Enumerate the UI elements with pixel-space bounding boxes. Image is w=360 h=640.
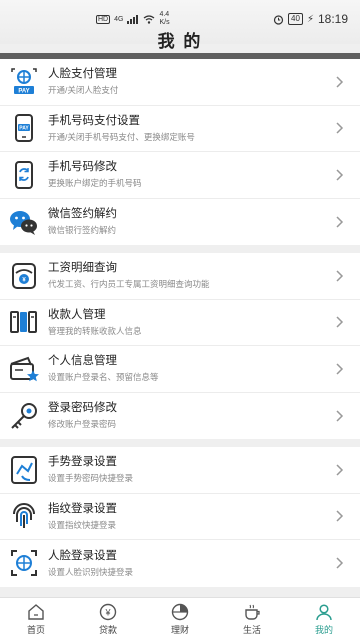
profile-title: 个人信息管理 — [48, 355, 117, 368]
status-bar: HD 4G 4.4 K/s 40 ⚡ 18:19 我 的 — [0, 0, 360, 51]
net-speed-value: 4.4 — [159, 11, 170, 18]
key-icon — [11, 402, 37, 429]
gesture-login-subtitle: 设置手势密码快捷登录 — [48, 473, 134, 484]
profile-item[interactable]: 个人信息管理 设置账户登录名、预留信息等 — [0, 346, 360, 393]
phone-pay-title: 手机号码支付设置 — [48, 114, 140, 127]
charging-icon: ⚡ — [306, 13, 314, 25]
gesture-login-item[interactable]: 手势登录设置 设置手势密码快捷登录 — [0, 447, 360, 494]
fingerprint-login-title: 指纹登录设置 — [48, 502, 117, 515]
page-title: 我 的 — [157, 32, 203, 51]
phone-pay-icon: PAY — [15, 114, 33, 143]
gesture-icon — [11, 455, 37, 484]
status-right: 40 ⚡ 18:19 — [273, 12, 348, 26]
fingerprint-login-item[interactable]: 指纹登录设置 设置指纹快捷登录 — [0, 494, 360, 540]
face-login-item[interactable]: 人脸登录设置 设置人脸识别快捷登录 — [0, 540, 360, 587]
face-login-icon — [11, 550, 37, 577]
face-pay-icon: PAY — [11, 68, 37, 94]
tab-mine-label: 我的 — [314, 625, 333, 635]
bottom-tab-bar: 首页 ¥ 贷款 理财 生活 我的 — [0, 597, 360, 640]
chevron-right-icon — [336, 464, 344, 476]
mine-icon — [316, 604, 332, 621]
salary-icon: ¥ — [12, 262, 36, 289]
home-icon — [28, 604, 44, 620]
wechat-icon — [10, 210, 37, 235]
settings-group-account: ¥ 工资明细查询 代发工资、行内员工专属工资明细查询功能 收款人管理 管理我的转… — [0, 253, 360, 439]
chevron-right-icon — [336, 557, 344, 569]
payee-item[interactable]: 收款人管理 管理我的转账收款人信息 — [0, 300, 360, 346]
settings-group-login: 手势登录设置 设置手势密码快捷登录 指纹登录设置 设置指纹快捷登录 人脸登录设置… — [0, 447, 360, 587]
phone-change-item[interactable]: 手机号码修改 更换账户绑定的手机号码 — [0, 152, 360, 199]
group-divider — [0, 245, 360, 253]
tab-life[interactable]: 生活 — [216, 598, 288, 640]
tab-life-label: 生活 — [242, 625, 261, 635]
face-pay-item[interactable]: PAY 人脸支付管理 开通/关闭人脸支付 — [0, 59, 360, 106]
wechat-item[interactable]: 微信签约解约 微信银行签约解约 — [0, 199, 360, 246]
chevron-right-icon — [336, 122, 344, 134]
tab-loan-label: 贷款 — [98, 625, 117, 635]
phone-change-icon — [15, 160, 33, 189]
wechat-subtitle: 微信银行签约解约 — [48, 225, 117, 236]
tab-home-label: 首页 — [26, 625, 45, 635]
chevron-right-icon — [336, 216, 344, 228]
settings-group-payment: PAY 人脸支付管理 开通/关闭人脸支付 PAY 手机号码支付设置 开通/关闭手… — [0, 59, 360, 245]
payee-subtitle: 管理我的转账收款人信息 — [48, 325, 142, 336]
phone-pay-item[interactable]: PAY 手机号码支付设置 开通/关闭手机号码支付、更换绑定账号 — [0, 106, 360, 152]
chevron-right-icon — [336, 316, 344, 328]
chevron-right-icon — [336, 270, 344, 282]
fingerprint-icon — [13, 503, 35, 529]
face-pay-subtitle: 开通/关闭人脸支付 — [48, 85, 119, 96]
net-speed: 4.4 K/s — [159, 11, 169, 27]
tab-wealth-label: 理财 — [170, 625, 189, 635]
svg-text:¥: ¥ — [104, 608, 111, 618]
tab-loan[interactable]: ¥ 贷款 — [72, 598, 144, 640]
tab-wealth[interactable]: 理财 — [144, 598, 216, 640]
wechat-title: 微信签约解约 — [48, 208, 117, 221]
wealth-icon — [171, 603, 189, 621]
login-password-title: 登录密码修改 — [48, 402, 117, 415]
fingerprint-login-subtitle: 设置指纹快捷登录 — [48, 519, 117, 530]
svg-text:PAY: PAY — [18, 88, 29, 94]
status-network: HD 4G 4.4 K/s — [96, 11, 170, 27]
salary-subtitle: 代发工资、行内员工专属工资明细查询功能 — [48, 279, 210, 290]
phone-pay-subtitle: 开通/关闭手机号码支付、更换绑定账号 — [48, 131, 195, 142]
face-pay-title: 人脸支付管理 — [48, 68, 117, 81]
profile-subtitle: 设置账户登录名、预留信息等 — [48, 372, 159, 383]
gesture-login-title: 手势登录设置 — [48, 456, 117, 469]
signal-icon — [127, 14, 139, 24]
life-icon — [245, 604, 260, 620]
tab-mine[interactable]: 我的 — [288, 598, 360, 640]
phone-change-title: 手机号码修改 — [48, 161, 117, 174]
face-login-title: 人脸登录设置 — [48, 549, 117, 562]
network-badge: 4G — [114, 15, 124, 23]
profile-icon — [10, 356, 39, 381]
face-login-subtitle: 设置人脸识别快捷登录 — [48, 566, 134, 577]
login-password-subtitle: 修改账户登录密码 — [48, 419, 117, 430]
battery-indicator: 40 — [288, 13, 303, 25]
salary-title: 工资明细查询 — [48, 262, 117, 275]
alarm-icon — [273, 14, 284, 25]
net-speed-unit: K/s — [159, 19, 170, 26]
loan-icon: ¥ — [99, 603, 117, 621]
payee-icon — [10, 311, 37, 334]
group-divider — [0, 439, 360, 447]
chevron-right-icon — [336, 410, 344, 422]
hd-badge: HD — [96, 14, 111, 24]
payee-title: 收款人管理 — [48, 308, 106, 321]
tab-home[interactable]: 首页 — [0, 598, 72, 640]
salary-item[interactable]: ¥ 工资明细查询 代发工资、行内员工专属工资明细查询功能 — [0, 253, 360, 300]
chevron-right-icon — [336, 76, 344, 88]
login-password-item[interactable]: 登录密码修改 修改账户登录密码 — [0, 393, 360, 440]
svg-text:PAY: PAY — [19, 126, 29, 132]
clock: 18:19 — [317, 12, 348, 26]
settings-list: PAY 人脸支付管理 开通/关闭人脸支付 PAY 手机号码支付设置 开通/关闭手… — [0, 59, 360, 587]
chevron-right-icon — [336, 510, 344, 522]
chevron-right-icon — [336, 169, 344, 181]
phone-change-subtitle: 更换账户绑定的手机号码 — [48, 178, 142, 189]
wifi-icon — [144, 14, 155, 24]
chevron-right-icon — [336, 363, 344, 375]
